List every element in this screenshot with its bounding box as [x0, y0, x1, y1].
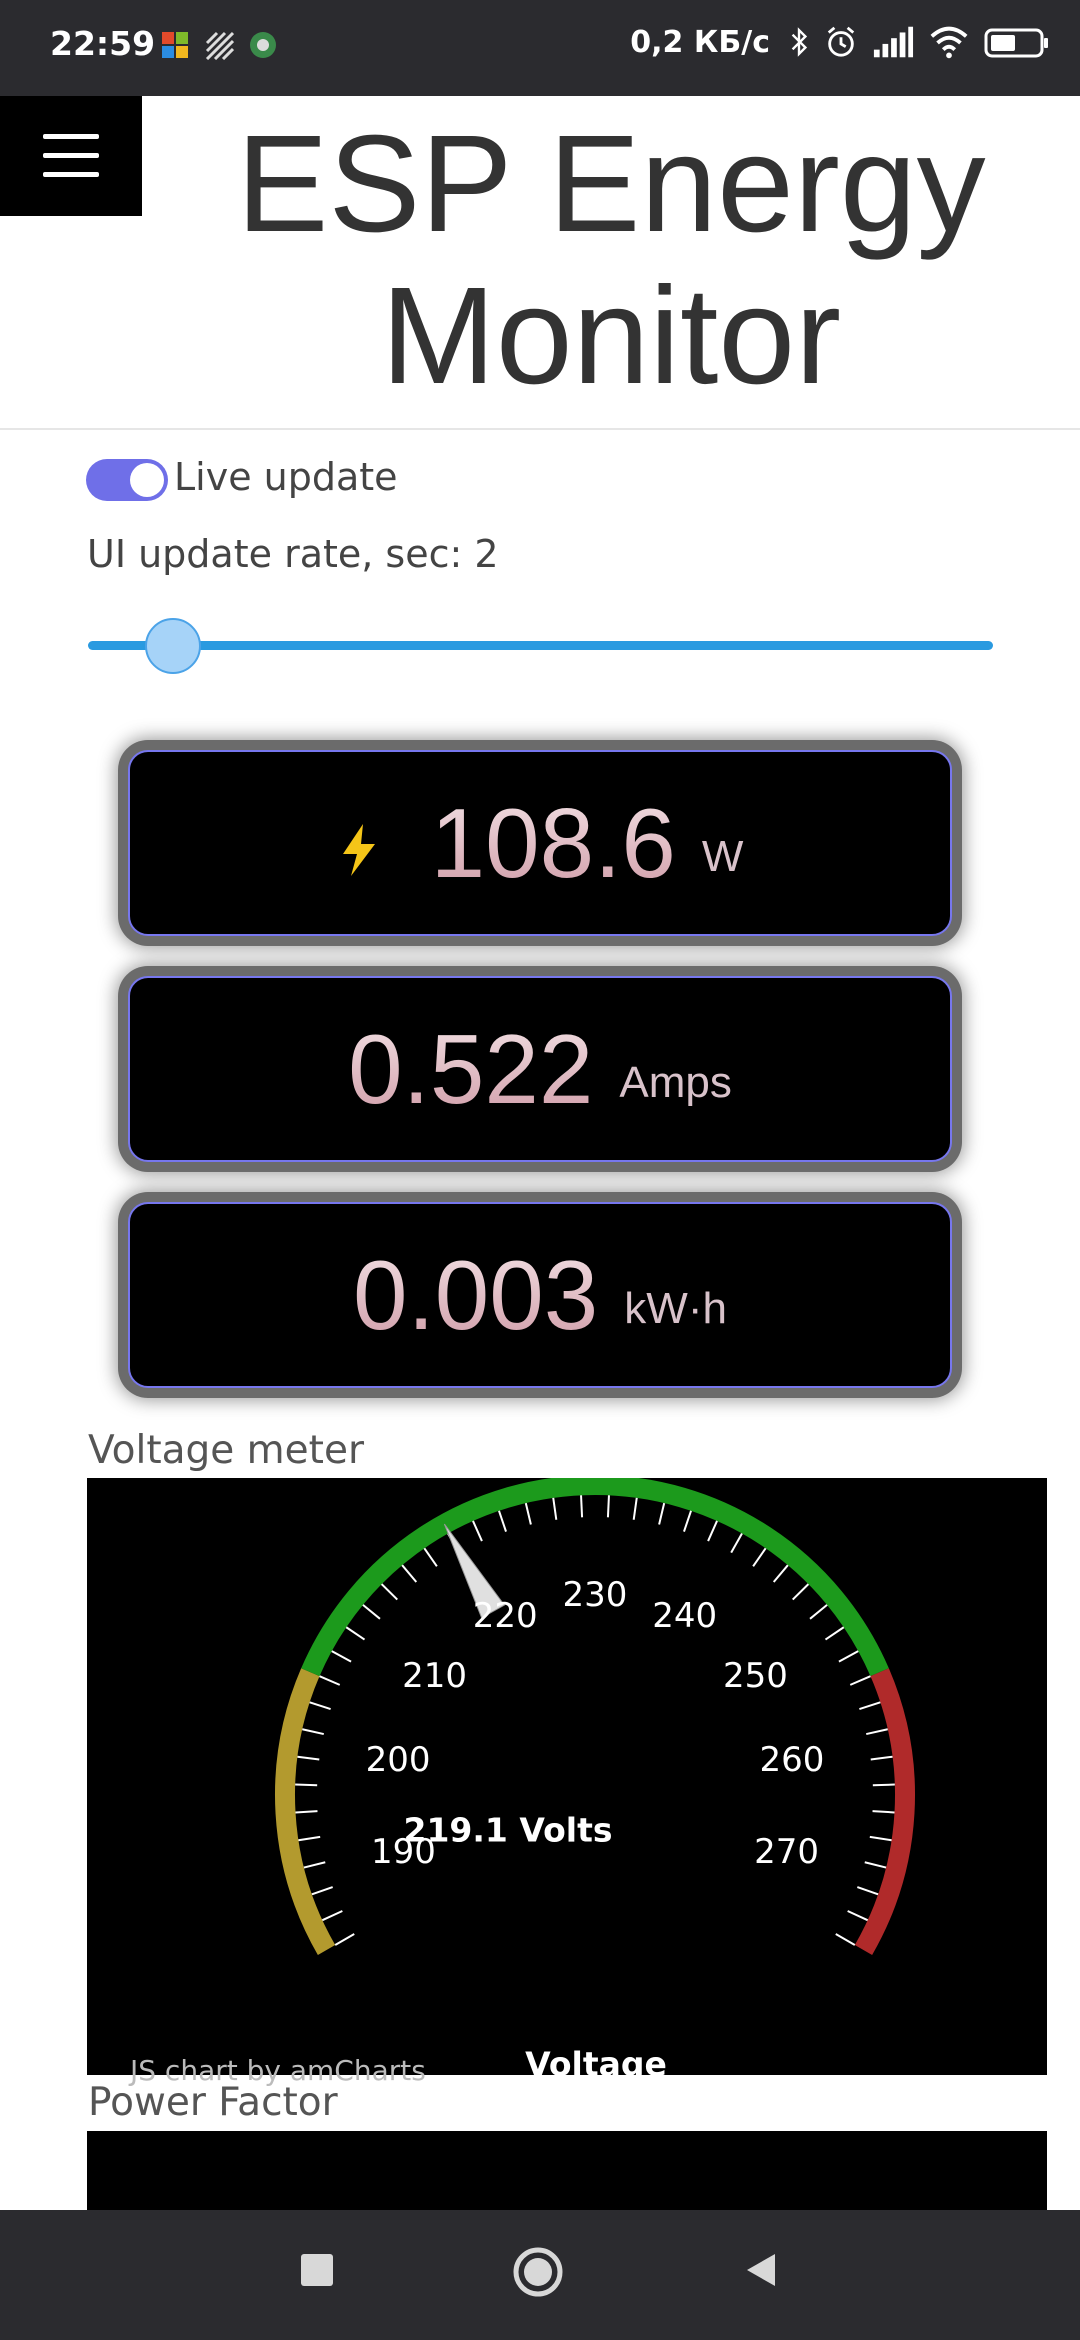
home-icon[interactable] [512, 2246, 564, 2298]
gauge-minor-tick [869, 1835, 892, 1842]
wifi-icon [930, 26, 968, 59]
live-update-toggle[interactable] [86, 459, 168, 501]
gauge-minor-tick [552, 1497, 558, 1520]
app-header: ESP Energy Monitor [0, 96, 1080, 430]
gauge-minor-tick [302, 1728, 324, 1736]
network-speed: 0,2 КБ/с [630, 24, 770, 60]
gauge-minor-tick [870, 1755, 893, 1761]
energy-readout: 0.003 kW·h [128, 1202, 952, 1388]
gauge-minor-tick [321, 1910, 343, 1922]
alarm-icon [827, 26, 855, 57]
gauge-tick-label: 260 [759, 1740, 825, 1781]
gauge-minor-tick [334, 1933, 355, 1946]
power-readout: 108.6 W [128, 750, 952, 936]
live-update-label: Live update [174, 455, 398, 499]
notification-icons [160, 30, 278, 60]
slider-thumb[interactable] [145, 618, 201, 674]
gauge-axis-label: Voltage [525, 2044, 667, 2084]
power-value: 108.6 [430, 787, 676, 898]
update-rate-slider[interactable] [88, 641, 993, 650]
signal-icon [873, 26, 914, 58]
voltage-section-title: Voltage meter [88, 1428, 364, 1473]
power-unit: W [701, 832, 744, 881]
gauge-minor-tick [772, 1564, 789, 1583]
gauge-minor-tick [835, 1933, 856, 1946]
bluetooth-icon [791, 27, 808, 57]
toggle-knob [130, 463, 164, 497]
recents-icon[interactable] [297, 2250, 337, 2290]
gauge-minor-tick [580, 1495, 584, 1518]
browser-app-icon [250, 32, 276, 58]
gauge-tick-label: 220 [472, 1596, 538, 1637]
gauge-minor-tick [309, 1701, 331, 1711]
power-factor-chart [87, 2131, 1047, 2211]
gauge-minor-tick [401, 1564, 418, 1583]
gauge-tick-label: 250 [722, 1655, 788, 1696]
gauge-minor-tick [524, 1502, 532, 1525]
gauge-minor-tick [866, 1728, 888, 1736]
status-bar: 22:59 0,2 КБ/с [0, 0, 1080, 96]
gauge-tick-label: 210 [402, 1655, 468, 1696]
gauge-minor-tick [658, 1502, 666, 1525]
gauge-minor-tick [362, 1604, 381, 1620]
page-title: ESP Energy Monitor [236, 107, 986, 413]
gauge-minor-tick [319, 1675, 341, 1686]
gauge-minor-tick [872, 1783, 895, 1787]
gauge-svg [275, 1478, 915, 1955]
system-nav-bar [0, 2210, 1080, 2340]
gauge-minor-tick [423, 1547, 438, 1567]
gauge-tick-label: 190 [370, 1832, 436, 1873]
gauge-minor-tick [295, 1783, 318, 1787]
gauge-tick-label: 240 [652, 1596, 718, 1637]
gauge-minor-tick [859, 1701, 881, 1711]
gauge-minor-tick [606, 1495, 610, 1518]
current-unit: Amps [619, 1058, 732, 1107]
gauge-minor-tick [730, 1532, 743, 1554]
gauge-minor-tick [345, 1626, 366, 1641]
lightning-bolt-icon [342, 824, 375, 876]
gauge-minor-tick [632, 1497, 638, 1520]
gauge-minor-tick [683, 1510, 692, 1532]
gauge-minor-tick [856, 1886, 879, 1896]
gauge-minor-tick [472, 1520, 483, 1542]
gauge-tick-label: 230 [562, 1575, 628, 1615]
gauge-minor-tick [838, 1650, 859, 1663]
gauge-minor-tick [331, 1650, 352, 1663]
gauge-minor-tick [847, 1910, 869, 1922]
gauge-minor-tick [752, 1547, 767, 1567]
gauge-minor-tick [298, 1835, 321, 1842]
gauge-minor-tick [824, 1626, 845, 1641]
gauge-tick-label: 270 [754, 1832, 820, 1873]
energy-unit: kW·h [624, 1284, 727, 1333]
clock: 22:59 [50, 24, 156, 63]
gauge-minor-tick [707, 1520, 718, 1542]
gauge-minor-tick [864, 1861, 887, 1869]
gauge-minor-tick [303, 1861, 326, 1869]
gauge-tick-label: 200 [365, 1740, 431, 1781]
gauge-minor-tick [295, 1810, 318, 1814]
gauge-minor-tick [792, 1583, 810, 1601]
voltage-gauge [87, 1478, 1047, 2075]
gauge-minor-tick [311, 1886, 334, 1896]
gauge-minor-tick [872, 1810, 895, 1814]
gauge-minor-tick [498, 1510, 507, 1532]
gauge-minor-tick [809, 1604, 828, 1620]
hamburger-menu-icon[interactable] [0, 96, 142, 216]
back-icon[interactable] [741, 2250, 781, 2290]
gauge-minor-tick [297, 1755, 320, 1761]
current-value: 0.522 [348, 1013, 594, 1124]
current-readout: 0.522 Amps [128, 976, 952, 1162]
update-rate-label: UI update rate, sec: 2 [87, 532, 499, 576]
power-factor-section-title: Power Factor [88, 2080, 338, 2125]
pattern-app-icon [205, 31, 234, 60]
energy-value: 0.003 [353, 1239, 599, 1350]
gauge-minor-tick [849, 1675, 871, 1686]
status-indicators: 0,2 КБ/с [630, 22, 1050, 62]
battery-icon [984, 28, 1048, 58]
office-app-icon [162, 32, 188, 58]
gauge-minor-tick [380, 1583, 398, 1601]
